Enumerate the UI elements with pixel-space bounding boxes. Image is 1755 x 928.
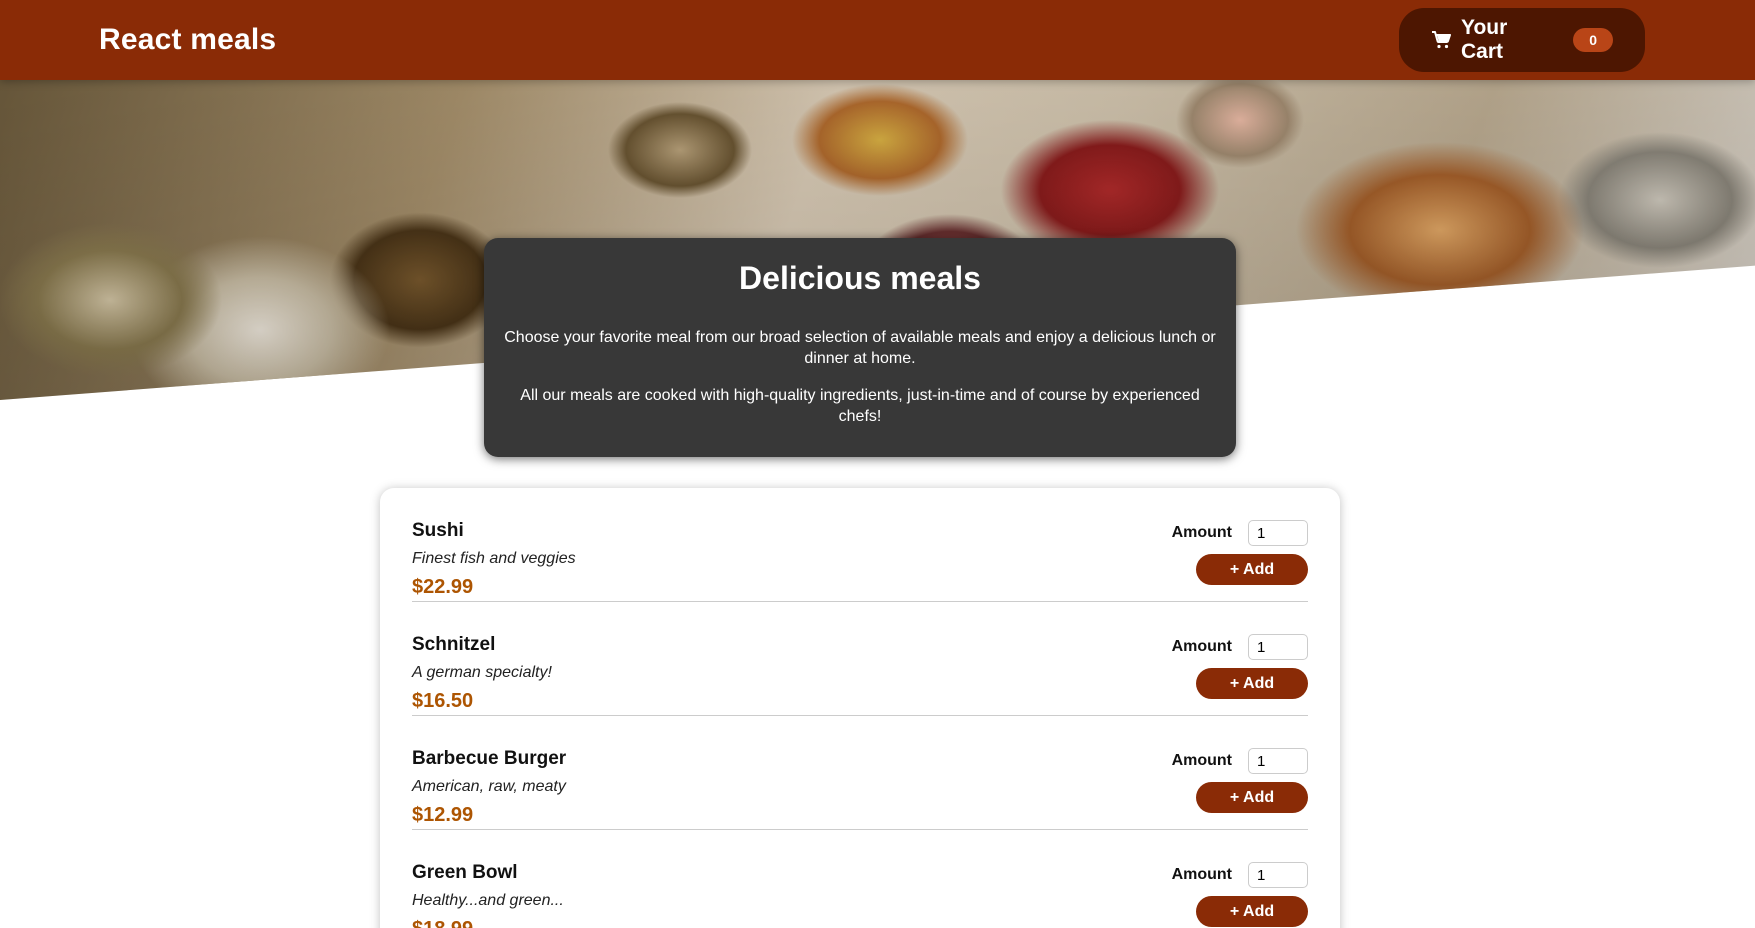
amount-input[interactable] bbox=[1248, 748, 1308, 774]
summary-title: Delicious meals bbox=[739, 260, 981, 296]
meals-summary: Delicious meals Choose your favorite mea… bbox=[484, 238, 1236, 457]
meal-add-form: Amount + Add bbox=[1172, 634, 1308, 699]
meal-add-form: Amount + Add bbox=[1172, 748, 1308, 813]
amount-input[interactable] bbox=[1248, 862, 1308, 888]
amount-row: Amount bbox=[1172, 634, 1308, 660]
summary-paragraph: Choose your favorite meal from our broad… bbox=[504, 329, 1216, 367]
meal-add-form: Amount + Add bbox=[1172, 520, 1308, 585]
meal-add-form: Amount + Add bbox=[1172, 862, 1308, 927]
amount-input[interactable] bbox=[1248, 520, 1308, 546]
amount-row: Amount bbox=[1172, 862, 1308, 888]
add-to-cart-button[interactable]: + Add bbox=[1196, 896, 1308, 927]
app-header: React meals Your Cart 0 bbox=[0, 0, 1755, 80]
cart-count-badge: 0 bbox=[1573, 28, 1613, 52]
cart-icon bbox=[1431, 30, 1451, 50]
available-meals: Sushi Finest fish and veggies $22.99 Amo… bbox=[380, 488, 1340, 928]
cart-label: Your Cart bbox=[1461, 16, 1508, 63]
meal-item: Green Bowl Healthy...and green... $18.99… bbox=[412, 830, 1308, 928]
amount-row: Amount bbox=[1172, 748, 1308, 774]
add-to-cart-button[interactable]: + Add bbox=[1196, 554, 1308, 585]
page: React meals Your Cart 0 Delicious meals … bbox=[0, 0, 1755, 928]
amount-label: Amount bbox=[1171, 524, 1232, 541]
meal-item: Sushi Finest fish and veggies $22.99 Amo… bbox=[412, 488, 1308, 602]
amount-label: Amount bbox=[1171, 638, 1232, 655]
meal-item: Schnitzel A german specialty! $16.50 Amo… bbox=[412, 602, 1308, 716]
cart-button[interactable]: Your Cart 0 bbox=[1399, 8, 1645, 72]
meal-item: Barbecue Burger American, raw, meaty $12… bbox=[412, 716, 1308, 830]
add-to-cart-button[interactable]: + Add bbox=[1196, 668, 1308, 699]
summary-paragraph: All our meals are cooked with high-quali… bbox=[520, 387, 1200, 425]
brand-title: React meals bbox=[99, 23, 277, 56]
amount-input[interactable] bbox=[1248, 634, 1308, 660]
amount-row: Amount bbox=[1172, 520, 1308, 546]
amount-label: Amount bbox=[1171, 866, 1232, 883]
amount-label: Amount bbox=[1171, 752, 1232, 769]
add-to-cart-button[interactable]: + Add bbox=[1196, 782, 1308, 813]
